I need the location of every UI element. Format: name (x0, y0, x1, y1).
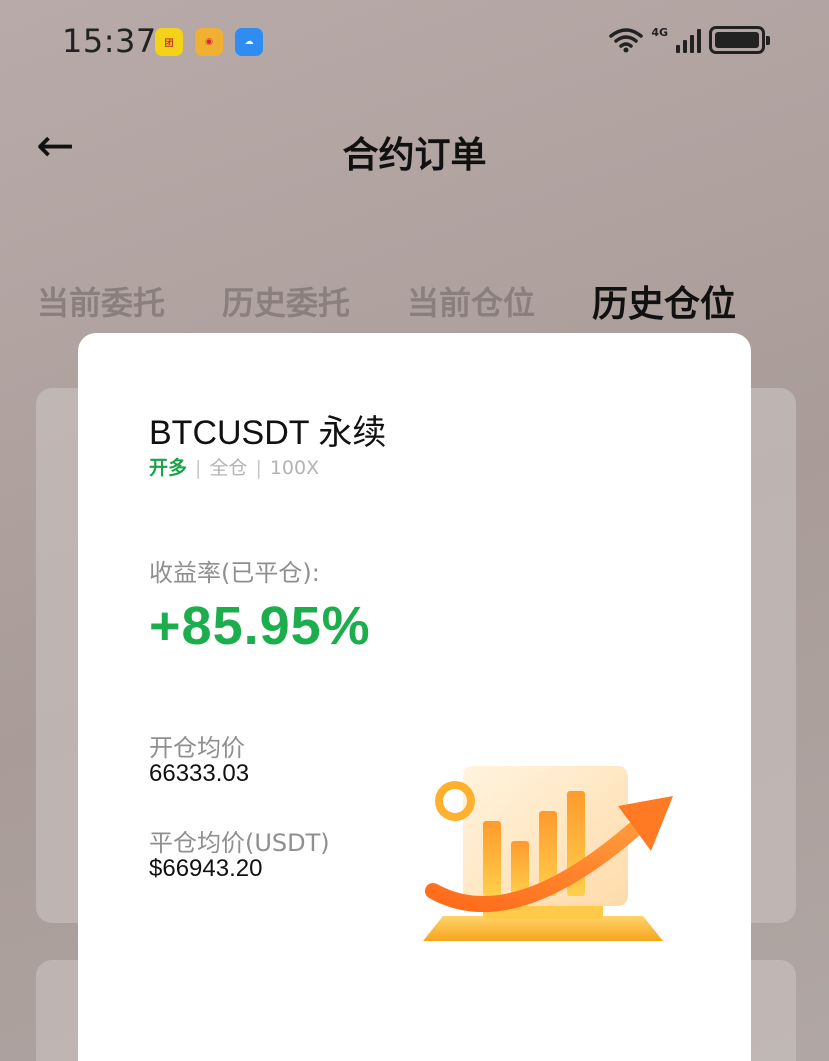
rising-chart-illustration (423, 766, 673, 941)
status-time: 15:37 (62, 22, 157, 60)
contract-pair: BTCUSDT 永续 (149, 414, 387, 452)
nav-bar: ← 合约订单 (0, 110, 829, 182)
wifi-icon (609, 28, 644, 53)
pnl-ratio-label: 收益率(已平仓): (149, 559, 320, 587)
tab-current-positions[interactable]: 当前仓位 (407, 278, 535, 324)
open-price-value: 66333.03 (149, 760, 250, 787)
signal-icon (676, 27, 701, 53)
share-card-modal: BTCUSDT 永续 开多 | 全仓 | 100X 收益率(已平仓): +85.95% … (78, 333, 751, 1061)
tag-divider: | (195, 457, 202, 479)
margin-mode-tag: 全仓 (209, 457, 248, 479)
app-shop-icon: 团 (155, 28, 183, 56)
tag-divider: | (255, 457, 262, 479)
app-weather-icon: ☁ (235, 28, 263, 56)
close-price-label: 平仓均价(USDT) (149, 829, 330, 857)
status-bar: 15:37 团 ◉ ☁ 4G (0, 0, 829, 80)
system-icons: 4G (609, 25, 770, 54)
tab-position-history[interactable]: 历史仓位 (592, 275, 736, 327)
order-tabs: 当前委托 历史委托 当前仓位 历史仓位 (0, 278, 829, 328)
battery-icon (709, 26, 770, 54)
open-price-label: 开仓均价 (149, 734, 245, 762)
pnl-ratio-value: +85.95% (149, 596, 371, 656)
leverage-tag: 100X (269, 457, 320, 479)
network-type: 4G (651, 25, 668, 39)
close-price-value: $66943.20 (149, 855, 263, 882)
tab-order-history[interactable]: 历史委托 (222, 278, 350, 324)
app-weibo-icon: ◉ (195, 28, 223, 56)
tab-current-orders[interactable]: 当前委托 (37, 278, 165, 324)
side-tag: 开多 (149, 457, 188, 479)
page-title: 合约订单 (342, 135, 487, 176)
position-tags: 开多 | 全仓 | 100X (149, 453, 319, 480)
